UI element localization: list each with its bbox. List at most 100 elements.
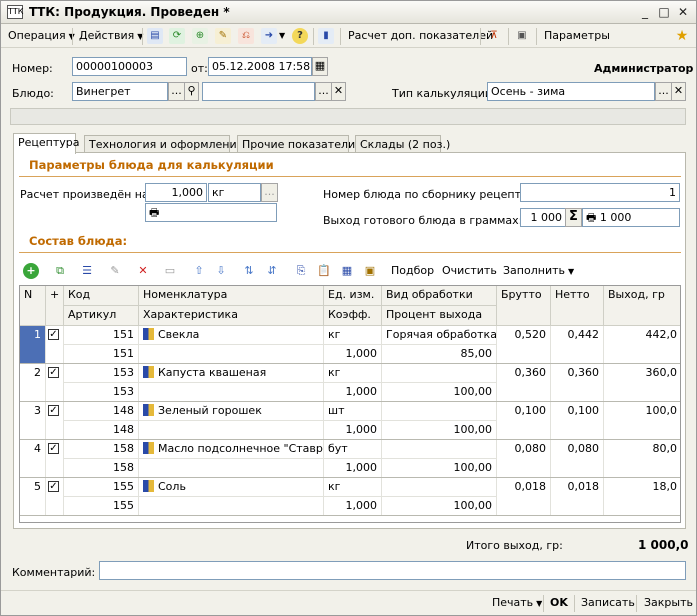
column-header-coef[interactable]: Коэфф. bbox=[324, 306, 382, 326]
cell-netto[interactable]: 0,442 bbox=[551, 326, 604, 364]
select-characteristic-button[interactable]: ... bbox=[315, 82, 332, 101]
cell-article[interactable]: 153 bbox=[64, 383, 139, 402]
column-header-percent[interactable]: Процент выхода bbox=[382, 306, 497, 326]
cell-characteristic[interactable] bbox=[139, 497, 324, 516]
cell-coef[interactable]: 1,000 bbox=[324, 421, 382, 440]
operation-menu[interactable]: Операция▼ bbox=[8, 28, 75, 44]
include-checkbox[interactable]: ✓ bbox=[48, 329, 59, 340]
select-dish-button[interactable]: ... bbox=[168, 82, 185, 101]
cell-process[interactable] bbox=[382, 440, 497, 459]
cell-code[interactable]: 158 bbox=[64, 440, 139, 459]
column-header-netto[interactable]: Нетто bbox=[551, 286, 604, 326]
cell-nomenclature[interactable]: Масло подсолнечное "Ставр... bbox=[139, 440, 324, 459]
structure-icon[interactable]: ▦ bbox=[339, 263, 355, 279]
minimize-button[interactable]: _ bbox=[637, 5, 653, 20]
pencil-icon[interactable]: ✎ bbox=[107, 263, 123, 279]
parameters-button[interactable]: Параметры bbox=[544, 28, 610, 44]
cell-code[interactable]: 155 bbox=[64, 478, 139, 497]
cell-brutto[interactable]: 0,360 bbox=[497, 364, 551, 402]
calc-on-qty-field[interactable]: 1,000 bbox=[145, 183, 207, 202]
column-header-nomenclature[interactable]: Номенклатура bbox=[139, 286, 324, 306]
dish-characteristic-field[interactable] bbox=[202, 82, 315, 101]
hierarchy-icon[interactable]: ⊼ bbox=[486, 28, 502, 44]
tab-other-indicators[interactable]: Прочие показатели bbox=[237, 135, 355, 153]
reread-icon[interactable]: ⟳ bbox=[169, 28, 185, 44]
move-down-icon[interactable]: ⇩ bbox=[213, 263, 229, 279]
cell-process[interactable] bbox=[382, 478, 497, 497]
column-header-article[interactable]: Артикул bbox=[64, 306, 139, 326]
print-format-field[interactable]: 🖶 bbox=[145, 203, 277, 222]
cell-article[interactable]: 155 bbox=[64, 497, 139, 516]
cell-unit[interactable]: бут bbox=[324, 440, 382, 459]
cell-coef[interactable]: 1,000 bbox=[324, 459, 382, 478]
cell-brutto[interactable]: 0,080 bbox=[497, 440, 551, 478]
tab-warehouses[interactable]: Склады (2 поз.) bbox=[355, 135, 450, 153]
cell-unit[interactable]: кг bbox=[324, 364, 382, 383]
copy-row-icon[interactable]: ⧉ bbox=[52, 263, 68, 279]
maximize-button[interactable]: □ bbox=[656, 5, 672, 20]
cell-netto[interactable]: 0,080 bbox=[551, 440, 604, 478]
clear-icon[interactable]: ✕ bbox=[671, 82, 686, 101]
cell-flag[interactable]: ✓ bbox=[46, 326, 64, 364]
cell-netto[interactable]: 0,100 bbox=[551, 402, 604, 440]
include-checkbox[interactable]: ✓ bbox=[48, 367, 59, 378]
actions-menu[interactable]: Действия ▼ bbox=[79, 28, 143, 44]
cell-flag[interactable]: ✓ bbox=[46, 440, 64, 478]
include-checkbox[interactable]: ✓ bbox=[48, 481, 59, 492]
cell-row-number[interactable]: 3 bbox=[20, 402, 46, 440]
cell-unit[interactable]: шт bbox=[324, 402, 382, 421]
column-header-characteristic[interactable]: Характеристика bbox=[139, 306, 324, 326]
cell-code[interactable]: 148 bbox=[64, 402, 139, 421]
cell-nomenclature[interactable]: Капуста квашеная bbox=[139, 364, 324, 383]
add-row-icon[interactable]: + bbox=[23, 263, 39, 279]
cell-yield[interactable]: 80,0 bbox=[604, 440, 680, 478]
cell-brutto[interactable]: 0,018 bbox=[497, 478, 551, 516]
column-header-code[interactable]: Код bbox=[64, 286, 139, 306]
column-header-yield[interactable]: Выход, гр bbox=[604, 286, 680, 326]
cell-row-number[interactable]: 5 bbox=[20, 478, 46, 516]
column-header-brutto[interactable]: Брутто bbox=[497, 286, 551, 326]
tab-technology[interactable]: Технология и оформление bbox=[84, 135, 243, 153]
cell-article[interactable]: 158 bbox=[64, 459, 139, 478]
composition-table[interactable]: N + Код Артикул Номенклатура Характерист… bbox=[19, 285, 681, 523]
cell-characteristic[interactable] bbox=[139, 383, 324, 402]
ok-button[interactable]: OK bbox=[550, 595, 568, 611]
cell-percent[interactable]: 100,00 bbox=[382, 459, 497, 478]
dish-field[interactable]: Винегрет bbox=[72, 82, 168, 101]
paste-icon[interactable]: 📋 bbox=[316, 263, 332, 279]
post-icon[interactable]: ✎ bbox=[215, 28, 231, 44]
close-button[interactable]: ✕ bbox=[675, 5, 691, 20]
cell-code[interactable]: 153 bbox=[64, 364, 139, 383]
column-header-process[interactable]: Вид обработки bbox=[382, 286, 497, 306]
cell-row-number[interactable]: 4 bbox=[20, 440, 46, 478]
cell-netto[interactable]: 0,018 bbox=[551, 478, 604, 516]
end-edit-icon[interactable]: ▭ bbox=[162, 263, 178, 279]
search-icon[interactable]: ⚲ bbox=[184, 82, 199, 101]
post-and-close-icon[interactable]: ▤ bbox=[147, 28, 163, 44]
print-menu[interactable]: Печать ▼ bbox=[492, 595, 542, 611]
cell-unit[interactable]: кг bbox=[324, 326, 382, 345]
cell-coef[interactable]: 1,000 bbox=[324, 345, 382, 364]
close-form-button[interactable]: Закрыть bbox=[644, 595, 693, 611]
cell-row-number[interactable]: 1 bbox=[20, 326, 46, 364]
column-header-n[interactable]: N bbox=[20, 286, 46, 326]
output-grams-print-field[interactable]: 🖶 1 000 bbox=[582, 208, 680, 227]
cell-percent[interactable]: 100,00 bbox=[382, 497, 497, 516]
cell-yield[interactable]: 100,0 bbox=[604, 402, 680, 440]
cell-yield[interactable]: 360,0 bbox=[604, 364, 680, 402]
cell-netto[interactable]: 0,360 bbox=[551, 364, 604, 402]
cell-flag[interactable]: ✓ bbox=[46, 402, 64, 440]
comment-field[interactable] bbox=[99, 561, 686, 580]
cell-nomenclature[interactable]: Соль bbox=[139, 478, 324, 497]
clear-button[interactable]: Очистить bbox=[442, 263, 497, 279]
clipboard-icon[interactable]: ▣ bbox=[514, 28, 530, 44]
cell-characteristic[interactable] bbox=[139, 421, 324, 440]
cell-flag[interactable]: ✓ bbox=[46, 478, 64, 516]
output-grams-field[interactable]: 1 000 bbox=[520, 208, 566, 227]
cell-unit[interactable]: кг bbox=[324, 478, 382, 497]
recipe-number-field[interactable]: 1 bbox=[520, 183, 680, 202]
cell-process[interactable]: Горячая обработка bbox=[382, 326, 497, 345]
copy-icon[interactable]: ⎘ bbox=[293, 263, 309, 279]
cell-row-number[interactable]: 2 bbox=[20, 364, 46, 402]
tab-recipe[interactable]: Рецептура bbox=[13, 133, 80, 154]
